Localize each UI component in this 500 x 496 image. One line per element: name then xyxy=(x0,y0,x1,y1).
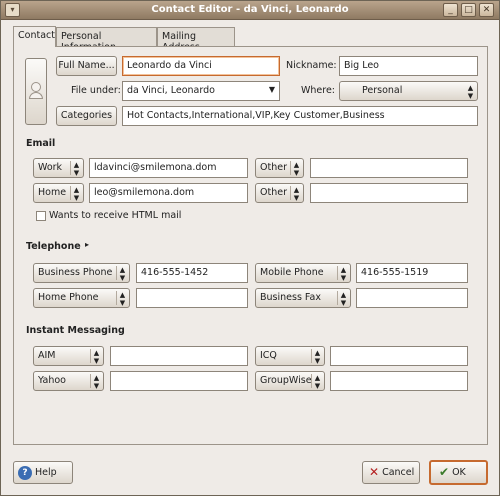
select-arrows-icon: ▲ ▼ xyxy=(73,161,80,177)
categories-field[interactable]: Hot Contacts,International,VIP,Key Custo… xyxy=(122,106,478,126)
im-field-4[interactable] xyxy=(330,371,468,391)
email-type-select-4[interactable]: Other ▲ ▼ xyxy=(255,183,304,203)
cancel-icon: ✕ xyxy=(369,465,380,479)
cancel-label: Cancel xyxy=(382,467,415,478)
where-select[interactable]: Personal ▲ ▼ xyxy=(339,81,478,101)
email-type-select-3[interactable]: Home ▲ ▼ xyxy=(33,183,84,203)
im-type-value: ICQ xyxy=(260,350,277,361)
email-field-1[interactable]: ldavinci@smilemona.dom xyxy=(89,158,248,178)
tab-contact[interactable]: Contact xyxy=(13,26,56,47)
nickname-label: Nickname: xyxy=(286,60,337,71)
where-label: Where: xyxy=(301,85,336,96)
chevron-down-icon[interactable]: ▼ xyxy=(269,85,275,94)
select-arrows-icon: ▲ ▼ xyxy=(119,266,126,282)
close-button[interactable]: ✕ xyxy=(479,3,494,17)
nickname-field[interactable]: Big Leo xyxy=(339,56,478,76)
email-heading: Email xyxy=(26,138,56,149)
help-icon: ? xyxy=(18,465,32,480)
minimize-button[interactable]: _ xyxy=(443,3,458,17)
html-mail-label: Wants to receive HTML mail xyxy=(49,210,182,221)
maximize-button[interactable]: □ xyxy=(461,3,476,17)
phone-type-value: Home Phone xyxy=(38,292,99,303)
im-type-select-2[interactable]: ICQ ▲ ▼ xyxy=(255,346,325,366)
full-name-field[interactable]: Leonardo da Vinci xyxy=(122,56,280,76)
phone-field-3[interactable] xyxy=(136,288,248,308)
cancel-button[interactable]: ✕ Cancel xyxy=(362,461,420,484)
email-field-2[interactable] xyxy=(310,158,468,178)
contact-editor-window: ▾ Contact Editor - da Vinci, Leonardo _ … xyxy=(0,0,500,496)
file-under-combo[interactable]: da Vinci, Leonardo ▼ xyxy=(122,81,280,101)
file-under-label: File under: xyxy=(71,85,121,96)
email-type-value: Other xyxy=(260,162,287,173)
person-icon xyxy=(31,82,41,92)
im-type-select-3[interactable]: Yahoo ▲ ▼ xyxy=(33,371,104,391)
where-value: Personal xyxy=(362,85,403,96)
select-arrows-icon: ▲ ▼ xyxy=(293,186,300,202)
full-name-button[interactable]: Full Name... xyxy=(56,56,117,76)
select-arrows-icon: ▲ ▼ xyxy=(314,349,321,365)
email-type-value: Home xyxy=(38,187,67,198)
window-title: Contact Editor - da Vinci, Leonardo xyxy=(151,4,349,15)
email-type-select-2[interactable]: Other ▲ ▼ xyxy=(255,158,304,178)
phone-type-select-2[interactable]: Mobile Phone ▲ ▼ xyxy=(255,263,351,283)
email-type-value: Other xyxy=(260,187,287,198)
phone-type-select-1[interactable]: Business Phone ▲ ▼ xyxy=(33,263,130,283)
title-bar: ▾ Contact Editor - da Vinci, Leonardo _ … xyxy=(1,1,499,20)
expander-arrow-icon[interactable]: ▸ xyxy=(85,240,89,249)
phone-type-value: Mobile Phone xyxy=(260,267,324,278)
help-label: Help xyxy=(35,467,57,478)
email-type-value: Work xyxy=(38,162,63,173)
telephone-heading: Telephone xyxy=(26,241,81,252)
phone-field-1[interactable]: 416-555-1452 xyxy=(136,263,248,283)
phone-type-select-3[interactable]: Home Phone ▲ ▼ xyxy=(33,288,130,308)
file-under-value: da Vinci, Leonardo xyxy=(127,85,215,96)
im-type-select-1[interactable]: AIM ▲ ▼ xyxy=(33,346,104,366)
categories-button[interactable]: Categories xyxy=(56,106,117,126)
select-arrows-icon: ▲ ▼ xyxy=(293,161,300,177)
instant-messaging-heading: Instant Messaging xyxy=(26,325,125,336)
phone-type-value: Business Fax xyxy=(260,292,321,303)
select-arrows-icon: ▲ ▼ xyxy=(93,349,100,365)
tab-personal-information[interactable]: Personal Information xyxy=(56,27,157,53)
im-type-value: GroupWise xyxy=(260,375,312,386)
select-arrows-icon: ▲ ▼ xyxy=(340,266,347,282)
im-type-select-4[interactable]: GroupWise ▲ ▼ xyxy=(255,371,325,391)
select-arrows-icon: ▲ ▼ xyxy=(73,186,80,202)
help-button[interactable]: ? Help xyxy=(13,461,73,484)
im-field-1[interactable] xyxy=(110,346,248,366)
ok-icon: ✔ xyxy=(439,465,450,479)
select-arrows-icon: ▲ ▼ xyxy=(314,374,321,390)
email-field-4[interactable] xyxy=(310,183,468,203)
im-type-value: AIM xyxy=(38,350,56,361)
phone-field-2[interactable]: 416-555-1519 xyxy=(356,263,468,283)
contact-photo-button[interactable] xyxy=(25,58,47,125)
select-arrows-icon: ▲ ▼ xyxy=(467,84,474,100)
email-type-select-1[interactable]: Work ▲ ▼ xyxy=(33,158,84,178)
select-arrows-icon: ▲ ▼ xyxy=(119,291,126,307)
im-type-value: Yahoo xyxy=(38,375,66,386)
phone-type-select-4[interactable]: Business Fax ▲ ▼ xyxy=(255,288,351,308)
html-mail-checkbox[interactable] xyxy=(36,211,46,221)
ok-button[interactable]: ✔ OK xyxy=(429,460,488,485)
email-field-3[interactable]: leo@smilemona.dom xyxy=(89,183,248,203)
ok-label: OK xyxy=(452,467,466,478)
im-field-2[interactable] xyxy=(330,346,468,366)
phone-field-4[interactable] xyxy=(356,288,468,308)
select-arrows-icon: ▲ ▼ xyxy=(340,291,347,307)
phone-type-value: Business Phone xyxy=(38,267,113,278)
tab-mailing-address[interactable]: Mailing Address xyxy=(157,27,235,53)
im-field-3[interactable] xyxy=(110,371,248,391)
select-arrows-icon: ▲ ▼ xyxy=(93,374,100,390)
